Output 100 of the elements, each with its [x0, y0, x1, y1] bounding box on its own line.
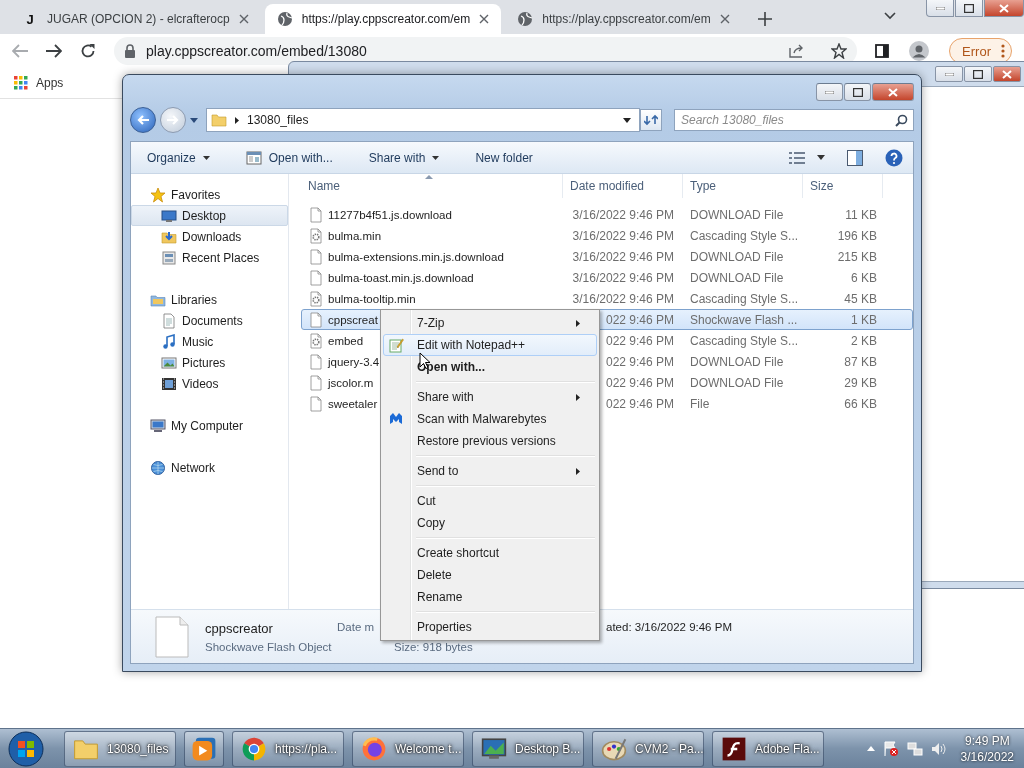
nav-item[interactable]: Favorites [131, 184, 288, 205]
column-header[interactable]: Size [803, 174, 883, 198]
menu-item[interactable]: 7-Zip [383, 312, 597, 334]
taskbar-button[interactable] [184, 730, 224, 767]
monitor-icon [161, 207, 177, 224]
nav-item[interactable]: Downloads [131, 226, 288, 247]
search-field[interactable]: Search 13080_files [674, 109, 914, 131]
details-name: cppscreator [205, 620, 274, 636]
nav-item[interactable]: Desktop [131, 205, 288, 226]
menu-item[interactable]: Restore previous versions [383, 430, 597, 452]
nav-item[interactable]: Videos [131, 373, 288, 394]
breadcrumb-text: 13080_files [247, 113, 310, 127]
file-name[interactable]: bulma.min [328, 229, 382, 242]
toolbar-button[interactable]: Open with... [237, 146, 341, 169]
toolbar-button[interactable]: Organize [139, 147, 218, 168]
close-button[interactable] [984, 0, 1024, 17]
url-text: play.cppscreator.com/embed/13080 [146, 43, 367, 59]
browser-tab[interactable]: J JUGAR (OPCION 2) - elcrafterocp [10, 4, 261, 34]
address-box[interactable]: 13080_files [206, 108, 640, 132]
file-name[interactable]: bulma-toast.min.js.download [328, 271, 474, 284]
menu-item[interactable]: Share with [383, 386, 597, 408]
date-cell: 022 9:46 PM [605, 354, 674, 369]
new-tab-icon[interactable] [757, 12, 772, 26]
size-cell: 215 KB [837, 249, 877, 264]
nav-item[interactable]: My Computer [131, 415, 288, 436]
refresh-button[interactable] [640, 109, 662, 131]
nav-item[interactable]: Pictures [131, 352, 288, 373]
chevron-down-icon[interactable] [884, 12, 896, 20]
file-name[interactable]: sweetaler [328, 397, 378, 410]
minimize-icon [935, 6, 945, 10]
file-name[interactable]: bulma-extensions.min.js.download [328, 250, 504, 263]
file-name[interactable]: bulma-tooltip.min [328, 292, 416, 305]
toolbar-button[interactable]: New folder [467, 147, 541, 168]
nav-item[interactable]: Recent Places [131, 247, 288, 268]
type-cell: Cascading Style S... [690, 333, 799, 348]
details-label: Date m [337, 620, 376, 635]
size-cell: 196 KB [837, 228, 877, 243]
file-name[interactable]: embed [328, 334, 364, 347]
side-panel-icon[interactable] [875, 44, 890, 58]
column-header[interactable]: Type [683, 174, 803, 198]
close-button[interactable] [872, 83, 914, 101]
back-button[interactable] [130, 107, 156, 133]
file-name[interactable]: jscolor.m [328, 376, 374, 389]
browser-tab[interactable]: https://play.cppscreator.com/em [264, 4, 502, 34]
forward-icon[interactable] [46, 44, 62, 58]
nav-item[interactable]: Documents [131, 310, 288, 331]
file-icon [308, 248, 324, 265]
start-button[interactable] [6, 729, 46, 768]
profile-icon[interactable] [909, 41, 930, 61]
size-cell: 6 KB [851, 270, 877, 285]
preview-pane-icon[interactable] [847, 149, 863, 166]
dropdown-caret-icon[interactable] [623, 117, 631, 123]
file-icon [308, 353, 324, 370]
star-icon [150, 186, 166, 203]
network-icon[interactable] [906, 740, 923, 757]
close-icon[interactable] [238, 14, 249, 24]
help-icon[interactable] [885, 148, 903, 167]
toolbar-button[interactable]: Share with [360, 147, 448, 168]
column-header[interactable]: Date modified [563, 174, 683, 198]
menu-item[interactable]: Copy [383, 512, 597, 534]
view-caret-icon[interactable] [817, 155, 825, 160]
menu-item[interactable]: Properties [383, 616, 597, 638]
browser-tab[interactable]: https://play.cppscreator.com/em [505, 4, 742, 34]
file-name[interactable]: 11277b4f51.js.download [328, 208, 452, 221]
music-note-icon [161, 333, 177, 350]
flag-alert-icon[interactable] [882, 740, 899, 757]
restore-button[interactable] [964, 66, 992, 82]
film-icon [161, 375, 177, 392]
menu-item[interactable]: Cut [383, 490, 597, 512]
nav-item[interactable]: Libraries [131, 289, 288, 310]
profile-error-button[interactable]: Error [949, 38, 1012, 64]
menu-item[interactable]: Rename [383, 586, 597, 608]
history-caret-icon[interactable] [190, 117, 198, 123]
menu-item[interactable]: Send to [383, 460, 597, 482]
file-name[interactable]: jquery-3.4 [328, 355, 380, 368]
view-list-icon[interactable] [789, 150, 805, 165]
bookmark-item[interactable]: Apps [14, 76, 64, 90]
nav-item[interactable]: Music [131, 331, 288, 352]
clock-date[interactable]: 3/16/2022 [960, 749, 1014, 764]
menu-item[interactable]: Create shortcut [383, 542, 597, 564]
menu-item[interactable]: Scan with Malwarebytes [383, 408, 597, 430]
close-button[interactable] [993, 66, 1021, 82]
forward-button[interactable] [160, 107, 186, 133]
minimize-button[interactable] [816, 83, 843, 101]
menu-item[interactable]: Delete [383, 564, 597, 586]
column-header[interactable]: Name [301, 174, 563, 198]
close-icon[interactable] [719, 14, 730, 24]
close-icon [999, 3, 1009, 13]
reload-icon[interactable] [80, 43, 96, 59]
tray-expand-icon[interactable] [866, 746, 875, 751]
m-logo-icon [388, 411, 404, 427]
bookmark-star-icon[interactable] [831, 43, 848, 59]
restore-icon [964, 3, 974, 13]
nav-item[interactable]: Network [131, 457, 288, 478]
close-icon[interactable] [479, 14, 490, 24]
more-icon [1001, 44, 1005, 58]
file-name[interactable]: cppscreat [328, 313, 378, 326]
restore-button[interactable] [844, 83, 871, 101]
restore-button[interactable] [955, 0, 983, 17]
menu-item[interactable]: Edit with Notepad++ [383, 334, 597, 356]
